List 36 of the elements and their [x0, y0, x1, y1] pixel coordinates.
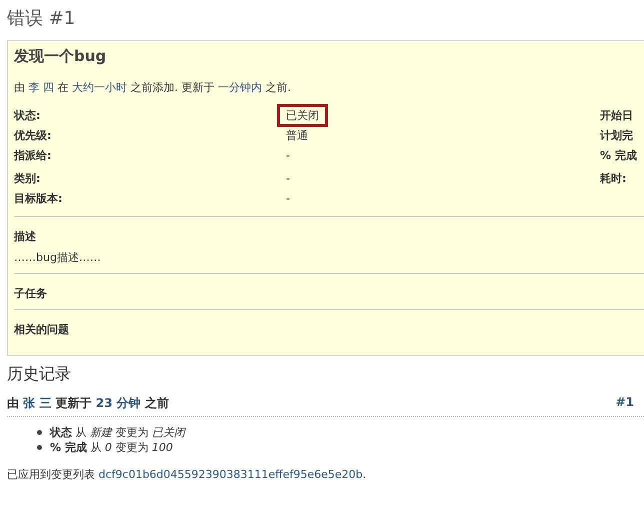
- attribute-label: 计划完: [600, 128, 633, 142]
- attribute-label: 指派给:: [14, 148, 52, 162]
- attribute-value: -: [285, 170, 291, 186]
- attribute-label: 开始日: [600, 108, 633, 122]
- attribute-label: % 完成: [600, 148, 637, 162]
- time-link[interactable]: 一分钟内: [218, 81, 262, 94]
- issue-subject: 发现一个bug: [14, 47, 108, 66]
- bullet-icon: [37, 445, 42, 450]
- attribute-label: 类别:: [14, 170, 42, 186]
- change-detail: 状态 从 新建 变更为 已关闭: [50, 425, 185, 440]
- attribute-value: -: [285, 148, 291, 164]
- changeset-period: .: [362, 468, 366, 481]
- issue-meta-line: 由 李 四 在 大约一小时 之前添加. 更新于 一分钟内 之前.: [14, 80, 292, 95]
- attribute-label: 状态:: [14, 108, 42, 122]
- description-text: ……bug描述……: [14, 250, 102, 265]
- journal-header: 由 张 三 更新于 23 分钟 之前: [7, 395, 169, 412]
- history-heading: 历史记录: [7, 364, 72, 385]
- bullet-icon: [37, 430, 42, 435]
- author-link[interactable]: 张 三: [23, 396, 52, 410]
- attribute-label: 优先级:: [14, 128, 52, 142]
- author-link[interactable]: 李 四: [28, 81, 54, 94]
- changeset-text: 已应用到变更列表: [7, 468, 95, 481]
- changeset-link[interactable]: dcf9c01b6d045592390383111effef95e6e5e20b: [98, 468, 363, 481]
- page-title: 错误 #1: [7, 7, 76, 30]
- time-link[interactable]: 23 分钟: [96, 396, 141, 410]
- section-heading: 描述: [14, 229, 37, 244]
- section-heading: 相关的问题: [14, 322, 70, 337]
- time-link[interactable]: 大约一小时: [72, 81, 127, 94]
- attribute-label: 耗时:: [600, 170, 626, 186]
- journal-number-link[interactable]: #1: [616, 395, 634, 412]
- attribute-value: 已关闭: [280, 106, 325, 124]
- attribute-value: 普通: [285, 128, 309, 144]
- attribute-label: 目标版本:: [14, 190, 64, 206]
- change-detail: % 完成 从 0 变更为 100: [50, 440, 173, 455]
- section-heading: 子任务: [14, 286, 48, 301]
- attribute-value: -: [285, 190, 291, 206]
